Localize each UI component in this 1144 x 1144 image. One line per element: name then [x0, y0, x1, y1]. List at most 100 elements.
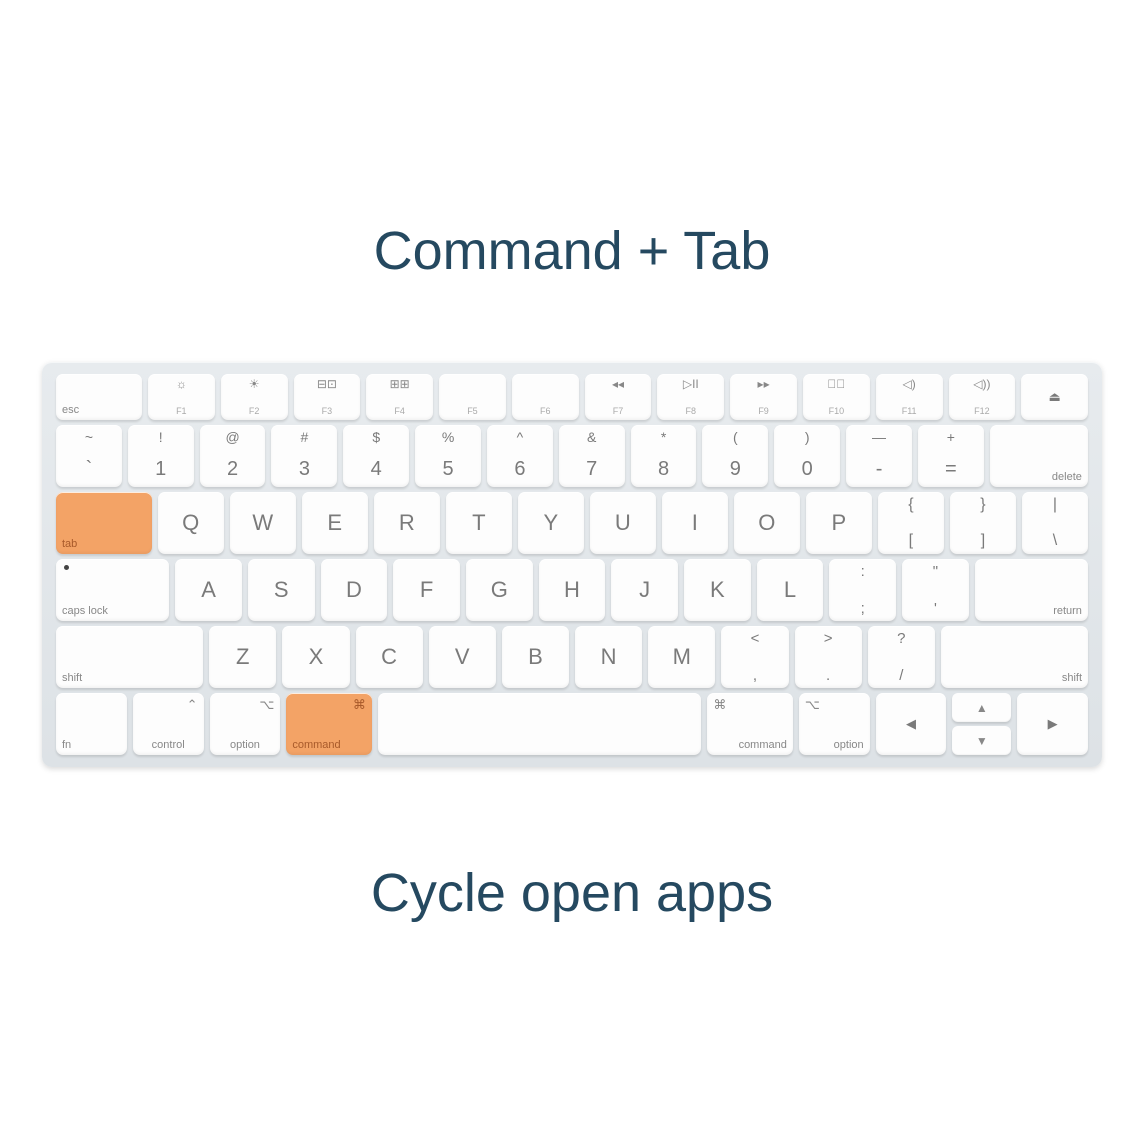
key-v[interactable]: V [429, 626, 496, 688]
key-0[interactable]: )0 [774, 425, 840, 487]
key-fn[interactable]: fn [56, 693, 127, 755]
key-1[interactable]: !1 [128, 425, 194, 487]
key-f9[interactable]: ▸▸F9 [730, 374, 797, 420]
key-lbracket[interactable]: {[ [878, 492, 944, 554]
key-arrow-updown: ▲ ▼ [952, 693, 1011, 755]
key-delete[interactable]: delete [990, 425, 1088, 487]
key-quote[interactable]: "' [902, 559, 969, 621]
arrow-right-icon: ▶ [1048, 716, 1058, 732]
key-w[interactable]: W [230, 492, 296, 554]
arrow-up-icon: ▲ [976, 701, 988, 715]
key-f6[interactable]: F6 [512, 374, 579, 420]
key-capslock[interactable]: caps lock [56, 559, 169, 621]
esc-label: esc [62, 404, 79, 416]
keyboard: esc ☼F1 ☀F2 ⊟⊡F3 ⊞⊞F4 F5 F6 ◂◂F7 ▷IIF8 ▸… [42, 362, 1102, 767]
key-r[interactable]: R [374, 492, 440, 554]
key-minus[interactable]: —- [846, 425, 912, 487]
key-period[interactable]: >. [795, 626, 862, 688]
key-l[interactable]: L [757, 559, 824, 621]
key-y[interactable]: Y [518, 492, 584, 554]
key-semicolon[interactable]: :; [829, 559, 896, 621]
key-f3[interactable]: ⊟⊡F3 [294, 374, 361, 420]
key-h[interactable]: H [539, 559, 606, 621]
capslock-indicator [64, 565, 69, 570]
key-7[interactable]: &7 [559, 425, 625, 487]
key-shift-left[interactable]: shift [56, 626, 203, 688]
row-asdf: caps lock A S D F G H J K L :; "' return [56, 559, 1088, 621]
key-g[interactable]: G [466, 559, 533, 621]
key-tab[interactable]: tab [56, 492, 152, 554]
key-f4[interactable]: ⊞⊞F4 [366, 374, 433, 420]
row-qwerty: tab Q W E R T Y U I O P {[ }] |\ [56, 492, 1088, 554]
key-6[interactable]: ^6 [487, 425, 553, 487]
key-2[interactable]: @2 [200, 425, 266, 487]
key-f8[interactable]: ▷IIF8 [657, 374, 724, 420]
key-command-left[interactable]: ⌘command [286, 693, 371, 755]
key-f11[interactable]: ◁)F11 [876, 374, 943, 420]
row-zxcv: shift Z X C V B N M <, >. ?/ shift [56, 626, 1088, 688]
key-i[interactable]: I [662, 492, 728, 554]
key-3[interactable]: #3 [271, 425, 337, 487]
key-n[interactable]: N [575, 626, 642, 688]
key-e[interactable]: E [302, 492, 368, 554]
key-p[interactable]: P [806, 492, 872, 554]
row-bottom: fn ⌃control ⌥option ⌘command ⌘command ⌥o… [56, 693, 1088, 755]
key-a[interactable]: A [175, 559, 242, 621]
key-z[interactable]: Z [209, 626, 276, 688]
row-numbers: ~` !1 @2 #3 $4 %5 ^6 &7 *8 (9 )0 —- += d… [56, 425, 1088, 487]
key-arrow-right[interactable]: ▶ [1017, 693, 1088, 755]
shortcut-title: Command + Tab [374, 220, 771, 282]
control-icon: ⌃ [187, 697, 198, 713]
key-esc[interactable]: esc [56, 374, 142, 420]
key-arrow-down[interactable]: ▼ [952, 726, 1011, 755]
key-q[interactable]: Q [158, 492, 224, 554]
key-k[interactable]: K [684, 559, 751, 621]
key-option-right[interactable]: ⌥option [799, 693, 870, 755]
key-f1[interactable]: ☼F1 [148, 374, 215, 420]
key-9[interactable]: (9 [702, 425, 768, 487]
arrow-left-icon: ◀ [906, 716, 916, 732]
key-f12[interactable]: ◁))F12 [949, 374, 1016, 420]
option-icon: ⌥ [805, 697, 820, 713]
key-5[interactable]: %5 [415, 425, 481, 487]
option-icon: ⌥ [259, 697, 274, 713]
shortcut-description: Cycle open apps [371, 862, 773, 924]
key-control[interactable]: ⌃control [133, 693, 204, 755]
key-f7[interactable]: ◂◂F7 [585, 374, 652, 420]
key-space[interactable] [378, 693, 702, 755]
key-d[interactable]: D [321, 559, 388, 621]
arrow-down-icon: ▼ [976, 734, 988, 748]
key-shift-right[interactable]: shift [941, 626, 1088, 688]
key-option-left[interactable]: ⌥option [210, 693, 281, 755]
key-o[interactable]: O [734, 492, 800, 554]
key-f5[interactable]: F5 [439, 374, 506, 420]
key-backslash[interactable]: |\ [1022, 492, 1088, 554]
key-return[interactable]: return [975, 559, 1088, 621]
key-equals[interactable]: += [918, 425, 984, 487]
command-icon: ⌘ [353, 697, 366, 713]
row-fn: esc ☼F1 ☀F2 ⊟⊡F3 ⊞⊞F4 F5 F6 ◂◂F7 ▷IIF8 ▸… [56, 374, 1088, 420]
key-u[interactable]: U [590, 492, 656, 554]
key-4[interactable]: $4 [343, 425, 409, 487]
key-s[interactable]: S [248, 559, 315, 621]
key-arrow-left[interactable]: ◀ [876, 693, 947, 755]
key-arrow-up[interactable]: ▲ [952, 693, 1011, 722]
key-eject[interactable]: ⏏ [1021, 374, 1088, 420]
key-b[interactable]: B [502, 626, 569, 688]
key-f10[interactable]: ◁⃠F10 [803, 374, 870, 420]
key-command-right[interactable]: ⌘command [707, 693, 792, 755]
key-c[interactable]: C [356, 626, 423, 688]
key-m[interactable]: M [648, 626, 715, 688]
key-f2[interactable]: ☀F2 [221, 374, 288, 420]
key-t[interactable]: T [446, 492, 512, 554]
key-8[interactable]: *8 [631, 425, 697, 487]
command-icon: ⌘ [713, 697, 726, 713]
key-comma[interactable]: <, [721, 626, 788, 688]
key-slash[interactable]: ?/ [868, 626, 935, 688]
key-j[interactable]: J [611, 559, 678, 621]
key-f[interactable]: F [393, 559, 460, 621]
key-backtick[interactable]: ~` [56, 425, 122, 487]
eject-icon: ⏏ [1049, 389, 1061, 405]
key-x[interactable]: X [282, 626, 349, 688]
key-rbracket[interactable]: }] [950, 492, 1016, 554]
